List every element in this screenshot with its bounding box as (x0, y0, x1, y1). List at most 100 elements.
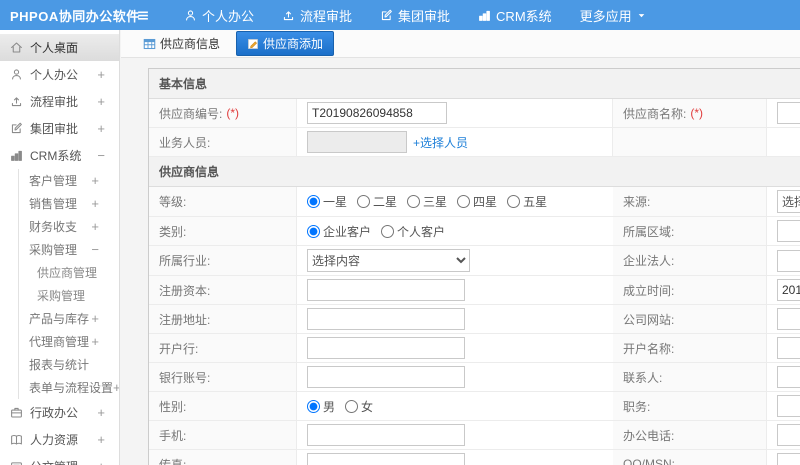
radio-input[interactable] (507, 195, 521, 208)
radio-input[interactable] (345, 399, 359, 413)
expand-icon[interactable]: + (91, 334, 99, 349)
sidebar-item[interactable]: 人力资源 + (0, 426, 119, 453)
home-icon (10, 41, 23, 54)
text-input[interactable] (777, 453, 800, 465)
text-input[interactable] (777, 102, 800, 124)
form-label-cell (613, 128, 767, 157)
sidebar-item[interactable]: 产品与库存 + (18, 307, 119, 330)
navbar-item[interactable]: 集团审批 (380, 6, 450, 25)
sidebar-item[interactable]: 采购管理 (18, 284, 119, 307)
radio-input[interactable] (307, 224, 320, 238)
text-input[interactable] (307, 453, 465, 465)
menu-icon[interactable] (128, 9, 158, 22)
radio-option[interactable]: 个人客户 (381, 223, 445, 240)
radio-option[interactable]: 男 (307, 398, 335, 415)
text-input[interactable] (307, 424, 465, 446)
sidebar-item[interactable]: 供应商管理 (18, 261, 119, 284)
sidebar-item[interactable]: 公文管理 + (0, 453, 119, 465)
radio-option[interactable]: 五星 (507, 193, 547, 210)
sidebar-item[interactable]: 采购管理 − (18, 238, 119, 261)
expand-icon[interactable]: + (91, 219, 99, 234)
text-input[interactable] (777, 249, 800, 272)
radio-input[interactable] (357, 195, 371, 208)
expand-icon[interactable]: + (97, 121, 105, 136)
expand-icon[interactable]: + (113, 380, 119, 395)
text-input[interactable] (777, 337, 800, 359)
form-field-cell (297, 450, 613, 465)
radio-input[interactable] (457, 195, 471, 208)
text-input[interactable] (777, 424, 800, 446)
radio-option[interactable]: 一星 (307, 193, 347, 210)
expand-icon[interactable]: + (97, 459, 105, 465)
radio-option[interactable]: 企业客户 (307, 223, 371, 240)
select-input[interactable]: 选择内容 (307, 249, 470, 272)
form-label: 公司网站: (623, 312, 675, 327)
sidebar-item-label: 客户管理 (29, 174, 78, 188)
expand-icon[interactable]: + (97, 67, 105, 82)
sidebar-item[interactable]: 个人办公 + (0, 61, 119, 88)
text-input[interactable] (777, 395, 800, 417)
form-field-cell (297, 363, 613, 392)
navbar-item[interactable]: 更多应用 (580, 6, 646, 25)
form-label-cell: 所属区域: (613, 217, 767, 246)
radio-input[interactable] (307, 195, 320, 208)
tab[interactable]: 供应商信息 (135, 32, 228, 55)
radio-input[interactable] (381, 224, 395, 238)
collapse-icon[interactable]: − (91, 242, 99, 257)
sidebar-item[interactable]: 行政办公 + (0, 399, 119, 426)
radio-option[interactable]: 女 (345, 398, 373, 415)
navbar-item[interactable]: 流程审批 (282, 6, 352, 25)
sidebar-item[interactable]: 客户管理 + (18, 169, 119, 192)
text-input[interactable] (307, 102, 447, 124)
sidebar-item[interactable]: CRM系统 − (0, 142, 119, 169)
main-content: 供应商信息供应商添加 基本信息供应商编号:(*)供应商名称:(*)业务人员:+选… (121, 30, 800, 465)
table-icon (143, 38, 156, 50)
select-person-link[interactable]: +选择人员 (413, 134, 468, 151)
sidebar-item[interactable]: 个人桌面 (0, 34, 119, 61)
expand-icon[interactable]: + (97, 432, 105, 447)
form-field-cell: 选择内容 (767, 187, 800, 217)
expand-icon[interactable]: + (91, 173, 99, 188)
text-input[interactable] (307, 366, 465, 388)
navbar-item[interactable]: 个人办公 (184, 6, 254, 25)
text-input[interactable] (777, 308, 800, 330)
radio-input[interactable] (307, 399, 320, 413)
radio-option[interactable]: 四星 (457, 193, 497, 210)
navbar-item-label: CRM系统 (496, 8, 552, 24)
radio-label: 五星 (523, 195, 548, 209)
radio-option[interactable]: 二星 (357, 193, 397, 210)
text-input[interactable] (777, 220, 800, 242)
form-label-cell: 办公电话: (613, 421, 767, 450)
text-input[interactable] (307, 308, 465, 330)
sidebar-item[interactable]: 报表与统计 (18, 353, 119, 376)
expand-icon[interactable]: + (91, 311, 99, 326)
form-field-cell (767, 128, 800, 157)
select-input[interactable]: 选择内容 (777, 190, 800, 213)
text-input[interactable] (307, 337, 465, 359)
tab[interactable]: 供应商添加 (236, 31, 335, 56)
expand-icon[interactable]: + (97, 94, 105, 109)
tab-label: 供应商信息 (160, 37, 221, 51)
expand-icon[interactable]: + (97, 405, 105, 420)
sidebar-item[interactable]: 集团审批 + (0, 115, 119, 142)
form-field-cell (767, 392, 800, 421)
collapse-icon[interactable]: − (97, 148, 105, 163)
radio-option[interactable]: 三星 (407, 193, 447, 210)
sidebar-item[interactable]: 代理商管理 + (18, 330, 119, 353)
sidebar-item[interactable]: 表单与流程设置 + (18, 376, 119, 399)
expand-icon[interactable]: + (91, 196, 99, 211)
picker-input[interactable] (307, 131, 407, 153)
form-label: 联系人: (623, 370, 663, 385)
text-input[interactable] (777, 279, 800, 301)
radio-input[interactable] (407, 195, 421, 208)
navbar-item[interactable]: CRM系统 (478, 6, 552, 25)
sidebar-item[interactable]: 财务收支 + (18, 215, 119, 238)
text-input[interactable] (777, 366, 800, 388)
form-field-cell (297, 276, 613, 305)
sidebar-item[interactable]: 流程审批 + (0, 88, 119, 115)
sidebar-item-label: 集团审批 (30, 122, 79, 136)
form-label-cell: 性别: (149, 392, 297, 421)
sidebar-item[interactable]: 销售管理 + (18, 192, 119, 215)
text-input[interactable] (307, 279, 465, 301)
form-label-cell: QQ/MSN: (613, 450, 767, 465)
